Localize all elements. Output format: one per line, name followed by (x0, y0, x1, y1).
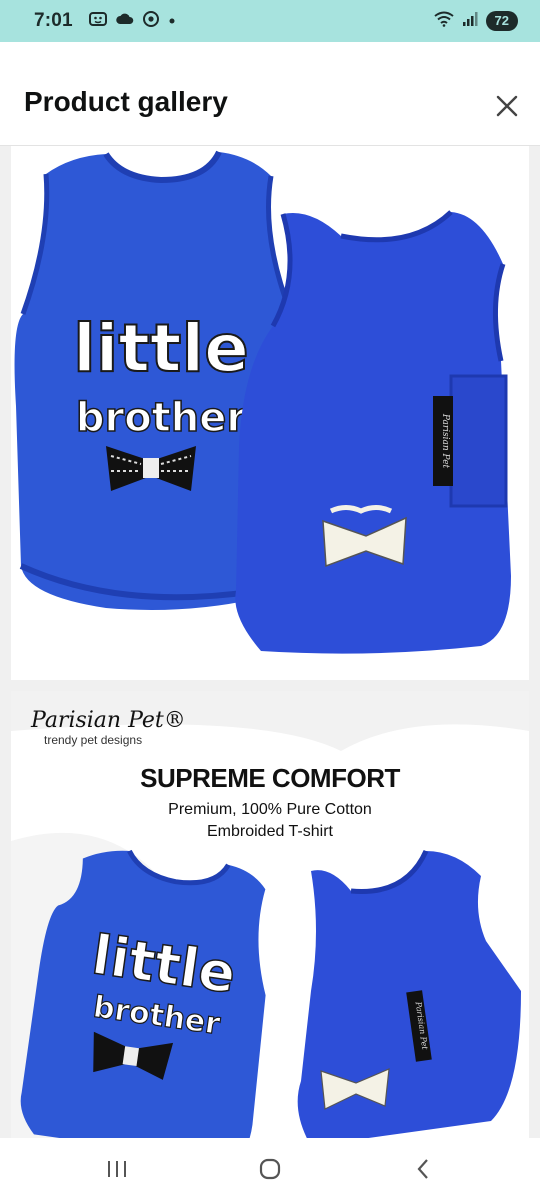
more-notifications-dot-icon (168, 12, 176, 30)
shirts-photo-1: little brother Parisian Pet (14, 150, 511, 654)
sheet-header: Product gallery (0, 42, 540, 146)
front-shirt-graphic-2: little brother (20, 849, 266, 1138)
back-chevron-icon (417, 1159, 429, 1179)
home-icon (259, 1158, 281, 1180)
signal-icon (462, 11, 478, 32)
shirts-photo-2: little brother Parisian Pet (20, 849, 521, 1138)
status-notification-icons (88, 10, 176, 32)
recent-apps-button[interactable] (87, 1149, 147, 1189)
back-shirt-graphic-2: Parisian Pet (297, 849, 521, 1138)
close-button[interactable] (490, 89, 524, 123)
front-shirt-text-line1: little (73, 310, 249, 387)
status-bar: 7:01 72 (0, 0, 540, 42)
image-gallery[interactable]: little brother Parisian Pet Parisian Pet… (0, 146, 540, 1138)
wifi-icon (433, 11, 454, 32)
gallery-image-2[interactable]: Parisian Pet® trendy pet designs SUPREME… (11, 691, 529, 1138)
status-system-icons: 72 (433, 11, 518, 32)
home-button[interactable] (240, 1149, 300, 1189)
back-button[interactable] (393, 1149, 453, 1189)
gallery-image-1[interactable]: little brother Parisian Pet (11, 146, 529, 680)
recent-apps-icon (107, 1161, 126, 1177)
close-icon (496, 95, 518, 117)
page-title: Product gallery (24, 86, 228, 117)
front-shirt-text-line2: brother (76, 395, 247, 441)
battery-indicator: 72 (485, 11, 518, 31)
system-navigation-bar (0, 1138, 540, 1200)
chrome-icon (142, 10, 159, 32)
screenshot-icon (88, 11, 107, 32)
status-time: 7:01 (34, 10, 73, 31)
cloud-icon (116, 12, 134, 30)
back-shirt-label-text: Parisian Pet (440, 413, 450, 469)
